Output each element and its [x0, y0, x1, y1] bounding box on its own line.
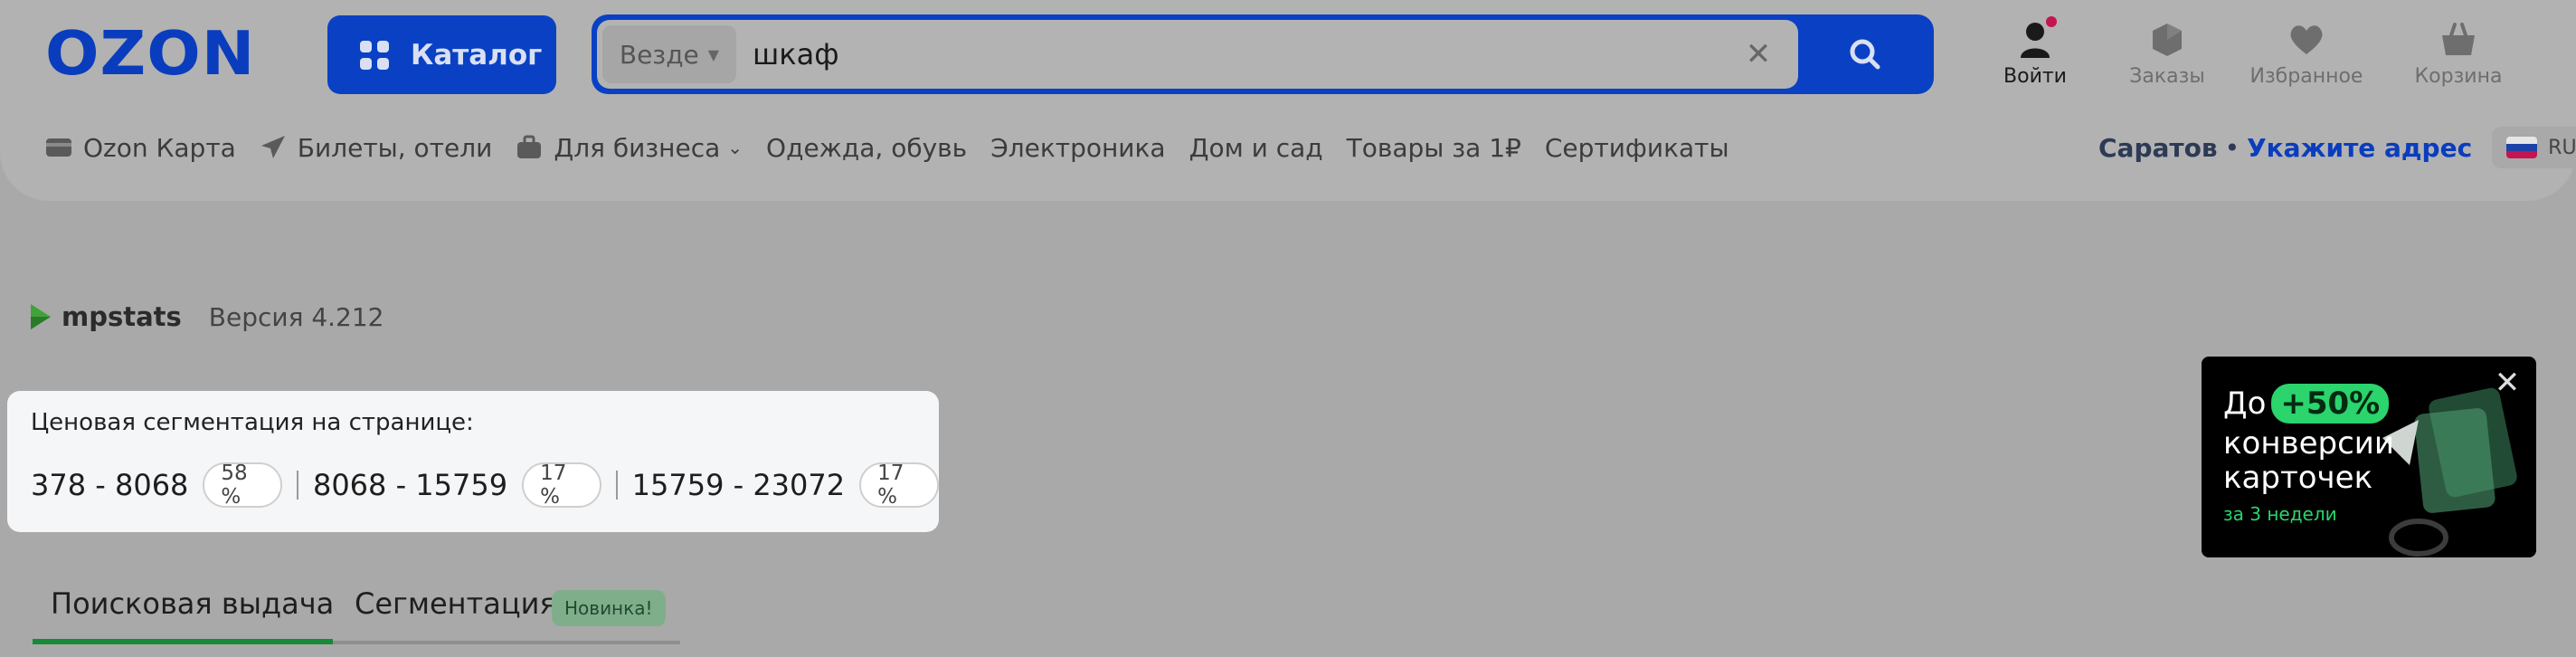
nav-item-certificates[interactable]: Сертификаты: [1545, 133, 1729, 163]
top-nav: Ozon Карта Билеты, отели Для бизнеса ⌄ О…: [45, 127, 1753, 168]
ozon-logo[interactable]: OZON: [45, 24, 282, 84]
nav-label: Электроника: [990, 132, 1166, 163]
segment-range: 8068 - 15759: [312, 468, 508, 502]
grid-icon: [360, 40, 389, 70]
nav-item-tickets[interactable]: Билеты, отели: [260, 132, 493, 163]
login-button[interactable]: Войти: [1990, 16, 2080, 101]
tab-search-results[interactable]: Поисковая выдача: [51, 586, 334, 621]
caret-down-icon: ▼: [707, 45, 720, 63]
new-badge: Новинка!: [552, 590, 666, 626]
search-bar: Везде ▼ ✕: [592, 14, 1934, 94]
basket-icon: [2442, 23, 2475, 55]
segment-range: 378 - 8068: [31, 468, 189, 502]
plane-icon: [260, 134, 287, 161]
orders-button[interactable]: Заказы: [2122, 20, 2212, 101]
nav-label: Ozon Карта: [83, 132, 236, 163]
nav-item-ozon-card[interactable]: Ozon Карта: [45, 133, 236, 163]
address-link[interactable]: Укажите адрес: [2247, 133, 2472, 163]
catalog-button[interactable]: Каталог: [327, 15, 556, 94]
chevron-down-icon: ⌄: [727, 137, 743, 158]
nav-item-business[interactable]: Для бизнеса ⌄: [516, 133, 743, 163]
favorites-label: Избранное: [2249, 65, 2363, 88]
segment-percent-badge: 58 %: [203, 462, 283, 509]
mpstats-logo[interactable]: mpstats: [29, 301, 182, 332]
promo-line-4: за 3 недели: [2223, 503, 2337, 525]
cart-label: Корзина: [2414, 65, 2503, 88]
nav-label: Билеты, отели: [297, 132, 493, 163]
heart-icon: [2290, 25, 2323, 54]
orders-label: Заказы: [2129, 65, 2205, 88]
briefcase-icon: [516, 135, 543, 160]
nav-item-clothing[interactable]: Одежда, обувь: [766, 133, 967, 163]
login-label: Войти: [2003, 65, 2067, 88]
tab-segmentation[interactable]: Сегментация: [355, 586, 557, 621]
nav-label: Для бизнеса: [554, 132, 721, 163]
language-select[interactable]: RU: [2492, 127, 2576, 168]
segment-range: 15759 - 23072: [631, 468, 846, 502]
clear-icon[interactable]: ✕: [1740, 36, 1776, 72]
active-tab-indicator: [33, 639, 333, 644]
promo-banner[interactable]: ✕ До +50% конверсии карточек за 3 недели: [2202, 357, 2536, 557]
nav-label: Дом и сад: [1189, 132, 1323, 163]
catalog-label: Каталог: [411, 38, 543, 71]
segment-percent-badge: 17 %: [859, 462, 940, 509]
close-icon[interactable]: ✕: [2493, 367, 2522, 398]
location-bar: Саратов • Укажите адрес RU: [2098, 127, 2576, 168]
card-icon: [45, 137, 72, 158]
search-scope-label: Везде: [619, 39, 699, 70]
favorites-button[interactable]: Избранное: [2243, 20, 2370, 101]
mpstats-logo-icon: [31, 304, 51, 329]
promo-headline: До +50%: [2223, 384, 2390, 424]
promo-percent-pill: +50%: [2271, 384, 2390, 424]
search-scope-select[interactable]: Везде ▼: [602, 25, 736, 83]
search-field: Везде ▼ ✕: [597, 20, 1798, 89]
site-header: OZON Каталог Везде ▼ ✕: [0, 0, 2576, 201]
promo-line-3: карточек: [2223, 460, 2373, 496]
user-actions: Войти Заказы Избранное Корзина: [1972, 16, 2533, 101]
mpstats-brand: mpstats: [62, 301, 182, 332]
nav-label: Товары за 1₽: [1346, 132, 1521, 163]
nav-label: Сертификаты: [1544, 132, 1729, 163]
cart-button[interactable]: Корзина: [2402, 20, 2514, 101]
nav-item-one-ruble[interactable]: Товары за 1₽: [1347, 133, 1521, 163]
nav-item-home-garden[interactable]: Дом и сад: [1189, 133, 1323, 163]
results-tabs: Поисковая выдача Сегментация Новинка!: [33, 579, 680, 644]
nav-label: Одежда, обувь: [766, 132, 968, 163]
segment-divider: [297, 471, 298, 500]
notification-dot: [2046, 16, 2057, 27]
location-separator: •: [2224, 132, 2240, 163]
promo-line-2: конверсии: [2223, 425, 2394, 462]
promo-prefix: До: [2223, 386, 2267, 422]
search-button[interactable]: [1802, 20, 1928, 89]
price-segmentation-card: Ценовая сегментация на странице: 378 - 8…: [7, 391, 940, 532]
mpstats-bar: mpstats Версия 4.212: [29, 299, 384, 335]
segment-percent-badge: 17 %: [522, 462, 601, 509]
box-icon: [2153, 24, 2182, 56]
segmentation-title: Ценовая сегментация на странице:: [31, 409, 474, 436]
segment-divider: [615, 471, 618, 500]
language-label: RU: [2548, 136, 2576, 159]
search-icon: [1850, 39, 1880, 70]
nav-item-electronics[interactable]: Электроника: [990, 133, 1165, 163]
city-name[interactable]: Саратов: [2098, 133, 2218, 163]
mpstats-version: Версия 4.212: [208, 301, 384, 332]
segmentation-row: 378 - 8068 58 % 8068 - 15759 17 % 15759 …: [31, 460, 940, 510]
russia-flag-icon: [2506, 137, 2538, 158]
search-input[interactable]: [753, 29, 1657, 80]
